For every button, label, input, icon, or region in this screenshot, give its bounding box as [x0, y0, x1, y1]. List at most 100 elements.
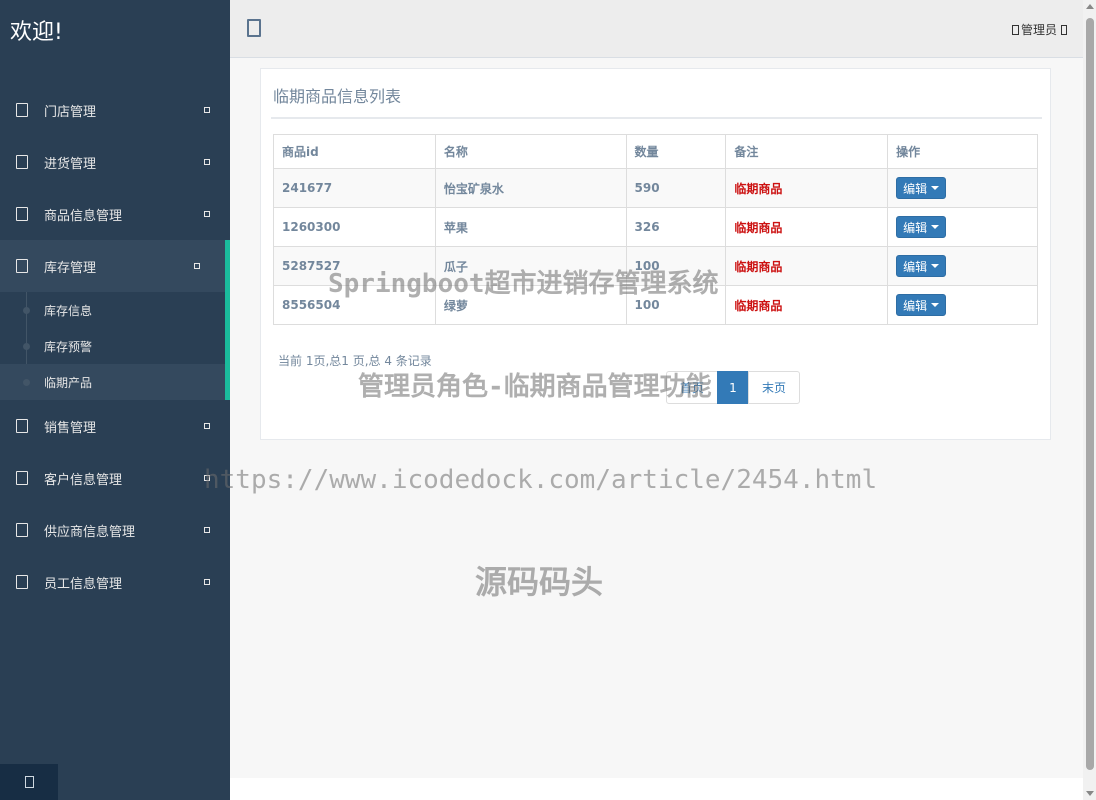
sidebar-item-purchase[interactable]: 进货管理: [0, 136, 230, 188]
scroll-up-icon[interactable]: [1086, 4, 1094, 9]
sidebar-item-store[interactable]: 门店管理: [0, 84, 230, 136]
submenu-item-label: 临期产品: [44, 375, 93, 390]
top-nav: 管理员: [230, 0, 1083, 58]
sidebar-item-label: 进货管理: [44, 156, 97, 172]
cell-action: 编辑: [887, 246, 1038, 286]
chevron-down-icon: [204, 423, 210, 429]
edit-label: 编辑: [903, 298, 928, 313]
user-menu[interactable]: 管理员: [1011, 21, 1067, 38]
sidebar-menu: 门店管理 进货管理 商品信息管理 库存管理 库存信息 库存预警 临期产品 销售管…: [0, 84, 230, 608]
sidebar-item-label: 门店管理: [44, 104, 97, 120]
cell-id: 1260300: [273, 207, 436, 247]
scroll-thumb[interactable]: [1086, 18, 1094, 770]
edit-label: 编辑: [903, 220, 928, 235]
last-page-button[interactable]: 末页: [748, 371, 800, 404]
column-header: 备注: [725, 134, 889, 169]
cell-qty: 590: [625, 168, 727, 208]
chevron-down-icon: [204, 579, 210, 585]
cell-action: 编辑: [887, 285, 1038, 325]
edit-button[interactable]: 编辑: [896, 255, 947, 277]
chevron-down-icon: [204, 527, 210, 533]
first-page-button[interactable]: 首页: [666, 371, 718, 404]
chevron-down-icon: [204, 159, 210, 165]
menu-toggle-icon[interactable]: [247, 19, 261, 37]
cell-note: 临期商品: [725, 246, 889, 286]
user-name: 管理员: [1020, 23, 1057, 37]
cell-id: 241677: [273, 168, 436, 208]
sidebar-item-label: 员工信息管理: [44, 576, 123, 592]
caret-down-icon: [931, 264, 940, 268]
sidebar-item-label: 销售管理: [44, 420, 97, 436]
sidebar-item-employees[interactable]: 员工信息管理: [0, 556, 230, 608]
inventory-submenu: 库存信息 库存预警 临期产品: [0, 292, 230, 400]
sidebar-item-goods[interactable]: 商品信息管理: [0, 188, 230, 240]
cell-action: 编辑: [887, 168, 1038, 208]
footer-strip: [230, 778, 1083, 800]
caret-down-icon: [931, 225, 940, 229]
sidebar-item-customers[interactable]: 客户信息管理: [0, 452, 230, 504]
bullet-icon: [23, 379, 30, 386]
page-info: 当前 1页,总1 页,总 4 条记录: [278, 354, 432, 368]
store-icon: [16, 103, 28, 117]
edit-label: 编辑: [903, 181, 928, 196]
column-header: 操作: [887, 134, 1038, 169]
cell-name: 绿萝: [434, 285, 627, 325]
logout-button[interactable]: [0, 764, 58, 800]
table-row: 241677 怡宝矿泉水 590 临期商品 编辑: [273, 168, 1038, 208]
cell-name: 瓜子: [434, 246, 627, 286]
chevron-down-icon: [204, 475, 210, 481]
sidebar-item-label: 客户信息管理: [44, 472, 123, 488]
submenu-item-label: 库存信息: [44, 303, 93, 318]
inventory-icon: [16, 259, 28, 273]
cell-action: 编辑: [887, 207, 1038, 247]
page-scrollbar[interactable]: [1083, 0, 1096, 800]
customers-icon: [16, 471, 28, 485]
caret-down-icon: [931, 303, 940, 307]
cell-qty: 100: [625, 246, 727, 286]
table-row: 1260300 苹果 326 临期商品 编辑: [273, 207, 1038, 247]
table-header-row: 商品id 名称 数量 备注 操作: [273, 134, 1038, 169]
cell-qty: 326: [625, 207, 727, 247]
cell-name: 苹果: [434, 207, 627, 247]
edit-button[interactable]: 编辑: [896, 177, 947, 199]
chevron-down-icon: [204, 107, 210, 113]
column-header: 名称: [434, 134, 627, 169]
bullet-icon: [23, 343, 30, 350]
submenu-item-label: 库存预警: [44, 339, 93, 354]
sidebar-item-label: 商品信息管理: [44, 208, 123, 224]
sidebar-item-inventory[interactable]: 库存管理: [0, 240, 230, 292]
expiring-goods-panel: 临期商品信息列表 商品id 名称 数量 备注 操作 241677 怡宝矿泉水 5…: [260, 68, 1051, 440]
goods-icon: [16, 207, 28, 221]
main-content: 临期商品信息列表 商品id 名称 数量 备注 操作 241677 怡宝矿泉水 5…: [230, 58, 1083, 778]
current-page-button[interactable]: 1: [717, 371, 749, 404]
sidebar-item-sales[interactable]: 销售管理: [0, 400, 230, 452]
column-header: 商品id: [273, 134, 436, 169]
table-row: 8556504 绿萝 100 临期商品 编辑: [273, 285, 1038, 325]
sales-icon: [16, 419, 28, 433]
chevron-down-icon: [1061, 24, 1067, 35]
chevron-up-icon: [194, 263, 200, 269]
cell-note: 临期商品: [725, 285, 889, 325]
edit-button[interactable]: 编辑: [896, 216, 947, 238]
brand-title: 欢迎!: [10, 20, 63, 45]
cell-id: 8556504: [273, 285, 436, 325]
purchase-icon: [16, 155, 28, 169]
employees-icon: [16, 575, 28, 589]
suppliers-icon: [16, 523, 28, 537]
cell-note: 临期商品: [725, 207, 889, 247]
scroll-down-icon[interactable]: [1086, 791, 1094, 796]
logout-icon: [24, 776, 34, 788]
submenu-item-expiring[interactable]: 临期产品: [0, 364, 225, 400]
cell-name: 怡宝矿泉水: [434, 168, 627, 208]
sidebar: 欢迎! 门店管理 进货管理 商品信息管理 库存管理 库存信息 库存预警 临期产品…: [0, 0, 230, 800]
submenu-item-stock-info[interactable]: 库存信息: [0, 292, 225, 328]
sidebar-item-label: 供应商信息管理: [44, 524, 136, 540]
submenu-item-stock-alert[interactable]: 库存预警: [0, 328, 225, 364]
edit-button[interactable]: 编辑: [896, 294, 947, 316]
pagination: 首页 1 末页: [666, 371, 800, 404]
cell-id: 5287527: [273, 246, 436, 286]
sidebar-item-suppliers[interactable]: 供应商信息管理: [0, 504, 230, 556]
panel-title: 临期商品信息列表: [273, 87, 402, 106]
edit-label: 编辑: [903, 259, 928, 274]
chevron-down-icon: [204, 211, 210, 217]
